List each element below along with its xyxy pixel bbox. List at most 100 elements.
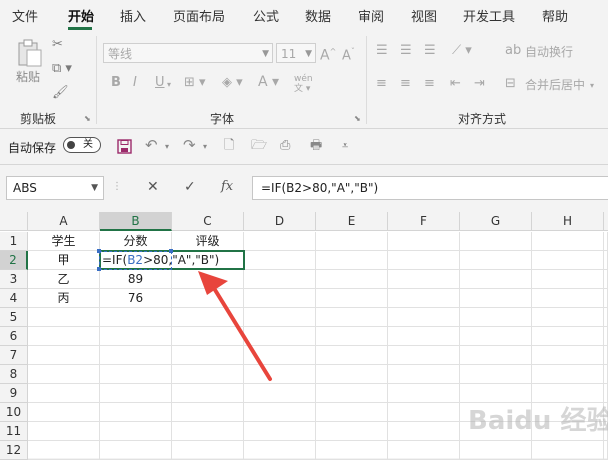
grid-cell[interactable]	[460, 327, 532, 346]
grid-cell[interactable]	[604, 251, 608, 270]
tab-help[interactable]: 帮助	[542, 6, 568, 25]
open-folder-icon[interactable]: 🗁	[251, 139, 267, 153]
grid-cell[interactable]	[388, 327, 460, 346]
customize-qat-icon[interactable]: ⩡	[342, 139, 348, 153]
cell-c1[interactable]: 评级	[172, 232, 244, 251]
underline-button[interactable]: U	[155, 76, 165, 90]
grid-cell[interactable]	[460, 365, 532, 384]
row-header-7[interactable]: 7	[0, 346, 28, 365]
grid-cell[interactable]	[316, 289, 388, 308]
grid-cell[interactable]	[100, 308, 172, 327]
cell-b3[interactable]: 89	[100, 270, 172, 289]
tab-review[interactable]: 审阅	[358, 6, 384, 25]
grid-cell[interactable]	[388, 232, 460, 251]
format-painter-icon[interactable]: 🖌	[52, 86, 69, 100]
decrease-indent-icon[interactable]: ⇤	[450, 77, 461, 91]
phonetic-icon[interactable]: wén 文 ▾	[294, 74, 313, 94]
align-right-icon[interactable]: ≡	[424, 77, 435, 91]
grid-cell[interactable]	[316, 422, 388, 441]
row-header-5[interactable]: 5	[0, 308, 28, 327]
grid-cell[interactable]	[604, 365, 608, 384]
shrink-font-icon[interactable]: Aˇ	[342, 45, 355, 63]
merge-center-label[interactable]: 合并后居中	[525, 78, 585, 92]
enter-button[interactable]: ✓	[184, 179, 196, 195]
grid-cell[interactable]	[532, 327, 604, 346]
grid-cell[interactable]	[388, 384, 460, 403]
new-file-icon[interactable]: 🗋	[224, 139, 234, 153]
grid-cell[interactable]	[388, 403, 460, 422]
orientation-icon[interactable]: ⟋ ▾	[452, 44, 472, 58]
grid-cell[interactable]	[172, 441, 244, 460]
grid-cell[interactable]	[28, 403, 100, 422]
tab-insert[interactable]: 插入	[120, 6, 146, 25]
grid-cell[interactable]	[100, 403, 172, 422]
tab-view[interactable]: 视图	[411, 6, 437, 25]
print-preview-icon[interactable]: ⎙	[280, 139, 290, 153]
tab-page-layout[interactable]: 页面布局	[173, 6, 225, 25]
cell-a1[interactable]: 学生	[28, 232, 100, 251]
grid-cell[interactable]	[316, 346, 388, 365]
grid-cell[interactable]	[388, 422, 460, 441]
borders-icon[interactable]: ⊞ ▾	[184, 76, 206, 90]
grow-font-icon[interactable]: A^	[320, 45, 336, 63]
copy-icon[interactable]: ⧉ ▾	[52, 62, 72, 76]
grid-cell[interactable]	[316, 403, 388, 422]
italic-button[interactable]: I	[133, 76, 137, 90]
grid-cell[interactable]	[28, 422, 100, 441]
row-header-4[interactable]: 4	[0, 289, 28, 308]
grid-cell[interactable]	[316, 251, 388, 270]
grid-cell[interactable]	[316, 232, 388, 251]
font-size-combo[interactable]: 11 ▼	[276, 43, 316, 63]
align-middle-icon[interactable]: ☰	[400, 44, 412, 58]
grid-cell[interactable]	[388, 441, 460, 460]
column-header-c[interactable]: C	[172, 212, 244, 231]
tab-formulas[interactable]: 公式	[253, 6, 279, 25]
grid-cell[interactable]	[100, 365, 172, 384]
grid-cell[interactable]	[460, 346, 532, 365]
cut-icon[interactable]: ✂	[52, 38, 63, 52]
column-header-f[interactable]: F	[388, 212, 460, 231]
column-header-b[interactable]: B	[100, 212, 172, 231]
fill-color-icon[interactable]: ◈ ▾	[222, 76, 243, 90]
name-box[interactable]: ABS ▼	[6, 176, 104, 200]
grid-cell[interactable]	[388, 289, 460, 308]
grid-cell[interactable]	[460, 270, 532, 289]
cancel-button[interactable]: ✕	[147, 179, 159, 195]
grid-cell[interactable]	[388, 365, 460, 384]
grid-cell[interactable]	[532, 308, 604, 327]
grid-cell[interactable]	[460, 441, 532, 460]
grid-cell[interactable]	[388, 251, 460, 270]
cell-a2[interactable]: 甲	[28, 251, 100, 270]
grid-cell[interactable]	[28, 365, 100, 384]
grid-cell[interactable]	[460, 251, 532, 270]
grid-cell[interactable]	[28, 441, 100, 460]
row-header-9[interactable]: 9	[0, 384, 28, 403]
grid-cell[interactable]	[388, 270, 460, 289]
chevron-down-icon[interactable]: ▾	[203, 140, 207, 154]
grid-cell[interactable]	[604, 289, 608, 308]
grid-cell[interactable]	[172, 422, 244, 441]
grid-cell[interactable]	[460, 308, 532, 327]
grid-cell[interactable]	[532, 441, 604, 460]
print-icon[interactable]: 🖶	[310, 139, 322, 153]
merge-center-icon[interactable]: ⊟	[505, 77, 516, 91]
grid-cell[interactable]	[532, 346, 604, 365]
column-header-a[interactable]: A	[28, 212, 100, 231]
grid-cell[interactable]	[28, 308, 100, 327]
grid-cell[interactable]	[28, 384, 100, 403]
increase-indent-icon[interactable]: ⇥	[474, 77, 485, 91]
chevron-down-icon[interactable]: ▾	[590, 79, 594, 93]
grid-cell[interactable]	[316, 384, 388, 403]
row-header-2[interactable]: 2	[0, 251, 28, 270]
formula-input[interactable]: =IF(B2>80,"A","B")	[252, 176, 608, 200]
wrap-text-icon[interactable]: ab	[505, 44, 521, 58]
grid-cell[interactable]	[532, 289, 604, 308]
font-name-combo[interactable]: 等线 ▼	[103, 43, 273, 63]
grid-cell[interactable]	[532, 365, 604, 384]
row-header-8[interactable]: 8	[0, 365, 28, 384]
font-launcher-icon[interactable]: ⬊	[354, 114, 361, 123]
grid-cell[interactable]	[388, 346, 460, 365]
paste-icon[interactable]	[14, 38, 44, 72]
grid-cell[interactable]	[532, 232, 604, 251]
grid-cell[interactable]	[604, 270, 608, 289]
